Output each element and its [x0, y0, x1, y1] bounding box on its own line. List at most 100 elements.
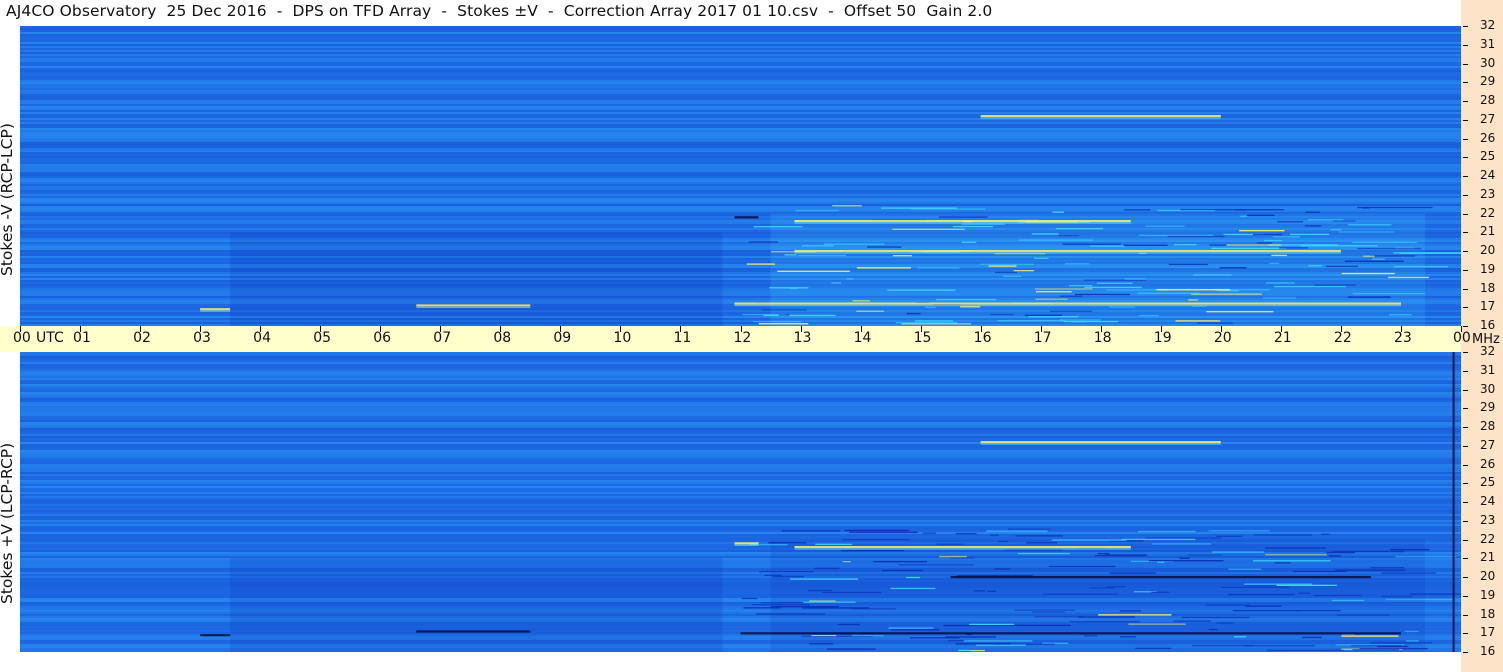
- top-texture-stripe: [20, 178, 1461, 180]
- top-texture-stripe: [20, 168, 1461, 170]
- top-noise-streak: [758, 323, 809, 325]
- bottom-noise-streak: [1215, 535, 1243, 537]
- top-texture-stripe: [20, 82, 1461, 84]
- bottom-mhz-label: 32: [1480, 344, 1496, 358]
- bottom-texture-stripe: [20, 446, 1461, 448]
- bottom-texture-stripe: [20, 416, 1461, 418]
- bottom-noise-streak: [881, 569, 924, 572]
- bottom-noise-streak: [1264, 547, 1326, 549]
- bottom-noise-streak: [989, 534, 999, 536]
- top-texture-stripe: [20, 80, 1461, 82]
- top-noise-streak: [1065, 263, 1090, 265]
- bottom-noise-streak: [987, 590, 997, 592]
- bottom-mhz-label: 16: [1480, 644, 1496, 658]
- bottom-edge-line: [1452, 352, 1455, 652]
- bottom-noise-streak: [955, 643, 1012, 645]
- bottom-noise-streak: [1083, 635, 1098, 637]
- bottom-noise-streak: [969, 623, 1015, 626]
- bottom-noise-streak: [888, 627, 934, 629]
- bottom-noise-streak: [1293, 570, 1347, 573]
- bottom-mhz-tick: [1463, 445, 1468, 447]
- bottom-noise-streak: [1208, 628, 1218, 631]
- bottom-mhz-tick: [1463, 595, 1468, 597]
- top-noise-streak: [901, 323, 972, 325]
- top-mhz-tick: [1463, 26, 1468, 27]
- top-mhz-label: 24: [1480, 168, 1496, 182]
- top-texture-stripe: [20, 114, 1461, 116]
- bottom-mhz-tick: [1463, 370, 1468, 372]
- bottom-texture-stripe: [20, 370, 1461, 372]
- top-noise-streak: [1052, 211, 1064, 213]
- top-texture-stripe: [20, 42, 1461, 44]
- bottom-mhz-tick: [1463, 408, 1468, 410]
- top-spectrogram: [20, 26, 1461, 326]
- bottom-noise-streak: [1276, 584, 1337, 587]
- bottom-noise-streak: [1341, 635, 1399, 637]
- top-noise-streak: [1370, 255, 1415, 257]
- utc-tick-label: 15: [913, 330, 932, 346]
- utc-tick-label: 06: [373, 330, 392, 346]
- bottom-mhz-tick: [1463, 633, 1468, 635]
- bottom-noise-streak: [1119, 636, 1137, 638]
- bottom-noise-streak: [891, 629, 940, 631]
- top-texture-stripe: [20, 170, 1461, 172]
- bottom-noise-streak: [950, 557, 975, 559]
- top-texture-stripe: [20, 162, 1461, 164]
- top-noise-streak: [797, 254, 847, 257]
- top-noise-streak: [1035, 291, 1072, 293]
- top-noise-streak: [1271, 254, 1287, 257]
- utc-tick-label: 09: [553, 330, 572, 346]
- top-mhz-label: 18: [1480, 280, 1496, 295]
- top-feature-glow-0: [734, 305, 1401, 307]
- top-texture-stripe: [20, 140, 1461, 142]
- top-texture-stripe: [20, 94, 1461, 96]
- bottom-noise-streak: [1188, 554, 1223, 556]
- top-texture-stripe: [20, 104, 1461, 106]
- top-mhz-tick: [1463, 232, 1468, 234]
- bottom-mhz-tick: [1463, 389, 1468, 391]
- top-noise-streak: [1074, 293, 1130, 296]
- bottom-texture-stripe: [20, 452, 1461, 454]
- top-noise-streak: [997, 320, 1066, 322]
- bottom-feature-2: [950, 576, 1371, 579]
- bottom-noise-streak: [971, 649, 986, 652]
- bottom-texture-stripe: [20, 504, 1461, 506]
- top-texture-stripe: [20, 28, 1461, 30]
- top-mhz-tick: [1463, 82, 1468, 84]
- bottom-noise-streak: [772, 576, 805, 578]
- top-texture-stripe: [20, 202, 1461, 204]
- top-texture-stripe: [20, 148, 1461, 150]
- utc-time-axis: 00 01 02 03 04 05 06 07 08 09 10 11 12 13 14 15 16 17 18 19…: [0, 326, 1471, 352]
- bottom-noise-streak: [842, 560, 851, 563]
- top-noise-streak: [892, 228, 965, 230]
- top-mhz-tick: [1463, 213, 1468, 215]
- top-noise-streak: [784, 254, 797, 256]
- top-mhz-label: 22: [1480, 205, 1496, 220]
- top-noise-streak: [1013, 270, 1035, 272]
- bottom-noise-streak: [898, 564, 974, 566]
- top-noise-streak: [1246, 214, 1275, 216]
- bottom-feature-glow-4: [980, 443, 1221, 445]
- bottom-texture-stripe: [20, 388, 1461, 390]
- top-noise-streak: [1277, 221, 1304, 223]
- bottom-noise-streak: [1274, 562, 1291, 564]
- bottom-noise-streak: [1221, 586, 1290, 589]
- top-noise-streak: [1109, 306, 1136, 308]
- bottom-texture-stripe: [20, 512, 1461, 514]
- bottom-texture-stripe: [20, 400, 1461, 402]
- utc-tick-label: 23: [1393, 330, 1412, 346]
- top-noise-streak: [1197, 322, 1233, 324]
- top-noise-streak: [917, 267, 960, 269]
- top-mhz-tick: [1463, 176, 1468, 177]
- bottom-texture-stripe: [20, 474, 1461, 476]
- top-texture-stripe: [20, 160, 1461, 162]
- bottom-noise-streak: [1043, 593, 1118, 595]
- bottom-texture-stripe: [20, 410, 1461, 412]
- top-feature-glow-3: [794, 222, 1131, 224]
- utc-tick-label: 10: [613, 330, 632, 346]
- top-texture-stripe: [20, 106, 1461, 108]
- bottom-mhz-label: 27: [1480, 437, 1496, 452]
- bottom-noise-streak: [844, 529, 909, 532]
- bottom-texture-stripe: [20, 406, 1461, 408]
- top-noise-streak: [1123, 244, 1168, 246]
